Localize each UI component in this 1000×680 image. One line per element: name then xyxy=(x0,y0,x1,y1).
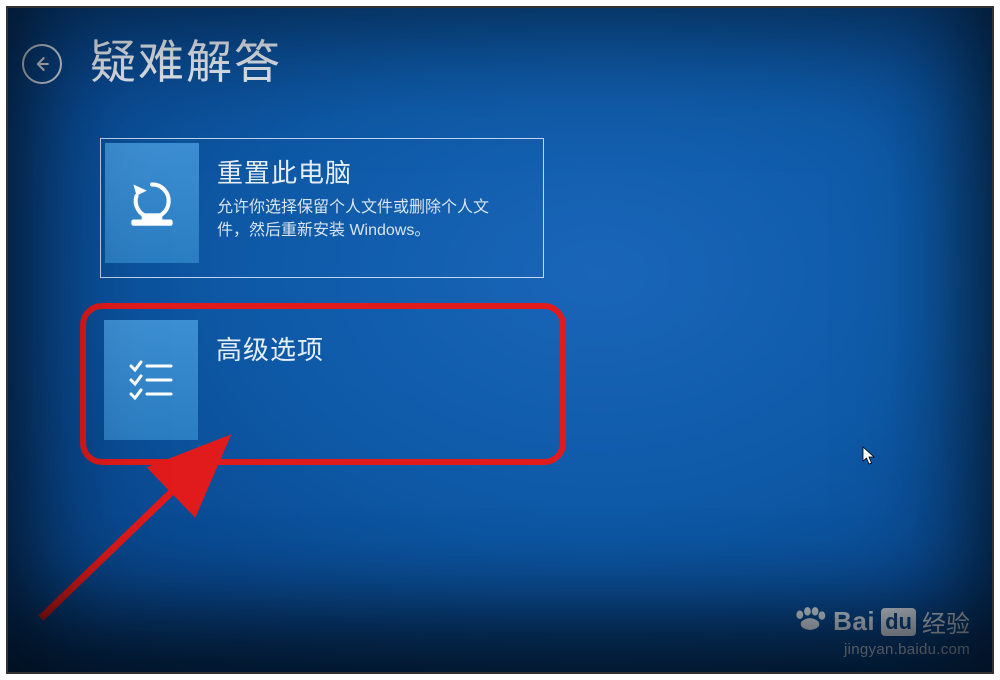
screen-frame: 疑难解答 重置此电脑 允许你选择保留个人文件或删除个人文件，然后重新安装 Win… xyxy=(6,6,994,674)
page-title: 疑难解答 xyxy=(90,26,282,92)
back-button[interactable] xyxy=(22,44,62,84)
option-reset-pc[interactable]: 重置此电脑 允许你选择保留个人文件或删除个人文件，然后重新安装 Windows。 xyxy=(100,138,544,278)
option-advanced[interactable]: 高级选项 xyxy=(100,316,544,456)
watermark-url: jingyan.baidu.com xyxy=(793,641,970,658)
option-reset-desc: 允许你选择保留个人文件或删除个人文件，然后重新安装 Windows。 xyxy=(217,196,507,242)
option-advanced-text: 高级选项 xyxy=(198,320,336,373)
watermark: Bai du 经验 jingyan.baidu.com xyxy=(793,604,970,658)
option-reset-title: 重置此电脑 xyxy=(217,153,507,190)
watermark-brand-prefix: Bai xyxy=(833,606,875,637)
cursor-icon xyxy=(862,446,876,466)
advanced-options-icon xyxy=(104,320,198,440)
watermark-brand-box: du xyxy=(881,608,916,636)
reset-pc-icon xyxy=(105,143,199,263)
watermark-brand-suffix: 经验 xyxy=(922,604,970,639)
paw-icon xyxy=(793,606,827,637)
option-reset-text: 重置此电脑 允许你选择保留个人文件或删除个人文件，然后重新安装 Windows。 xyxy=(199,143,519,242)
option-advanced-title: 高级选项 xyxy=(216,330,324,367)
arrow-left-icon xyxy=(32,54,52,74)
